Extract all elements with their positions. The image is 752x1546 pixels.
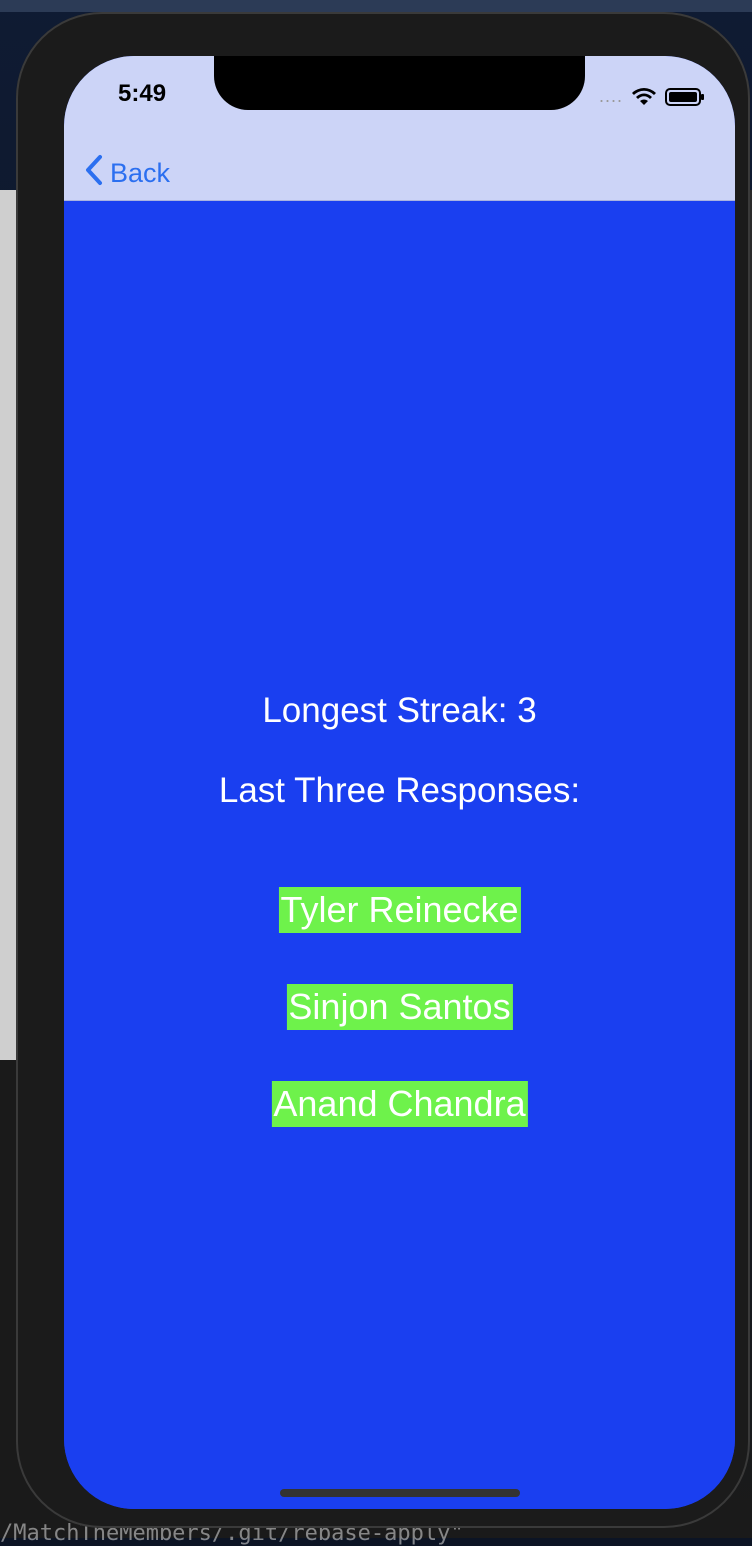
status-time: 5:49 xyxy=(118,80,167,107)
desktop-top-bar xyxy=(0,0,752,12)
status-bar: 5:49 .... xyxy=(64,56,735,146)
response-item: Tyler Reinecke xyxy=(278,887,521,933)
wifi-icon xyxy=(631,87,657,107)
cellular-signal-icon: .... xyxy=(598,86,623,106)
back-button[interactable]: Back xyxy=(84,146,170,200)
back-button-label: Back xyxy=(110,157,171,188)
phone-screen: 5:49 .... Back Longest Streak: 3 Last Th… xyxy=(64,56,735,1509)
phone-frame: 5:49 .... Back Longest Streak: 3 Last Th… xyxy=(16,12,750,1528)
battery-icon xyxy=(665,87,705,107)
chevron-left-icon xyxy=(84,154,104,193)
response-item: Sinjon Santos xyxy=(286,984,513,1030)
stats-content: Longest Streak: 3 Last Three Responses: … xyxy=(64,201,735,1509)
navigation-bar: Back xyxy=(64,146,735,201)
home-indicator[interactable] xyxy=(280,1489,520,1497)
longest-streak-label: Longest Streak: 3 xyxy=(262,691,537,730)
status-icons: .... xyxy=(599,86,705,107)
response-item: Anand Chandra xyxy=(271,1081,528,1127)
last-three-responses-heading: Last Three Responses: xyxy=(218,771,581,810)
notch xyxy=(214,56,585,110)
